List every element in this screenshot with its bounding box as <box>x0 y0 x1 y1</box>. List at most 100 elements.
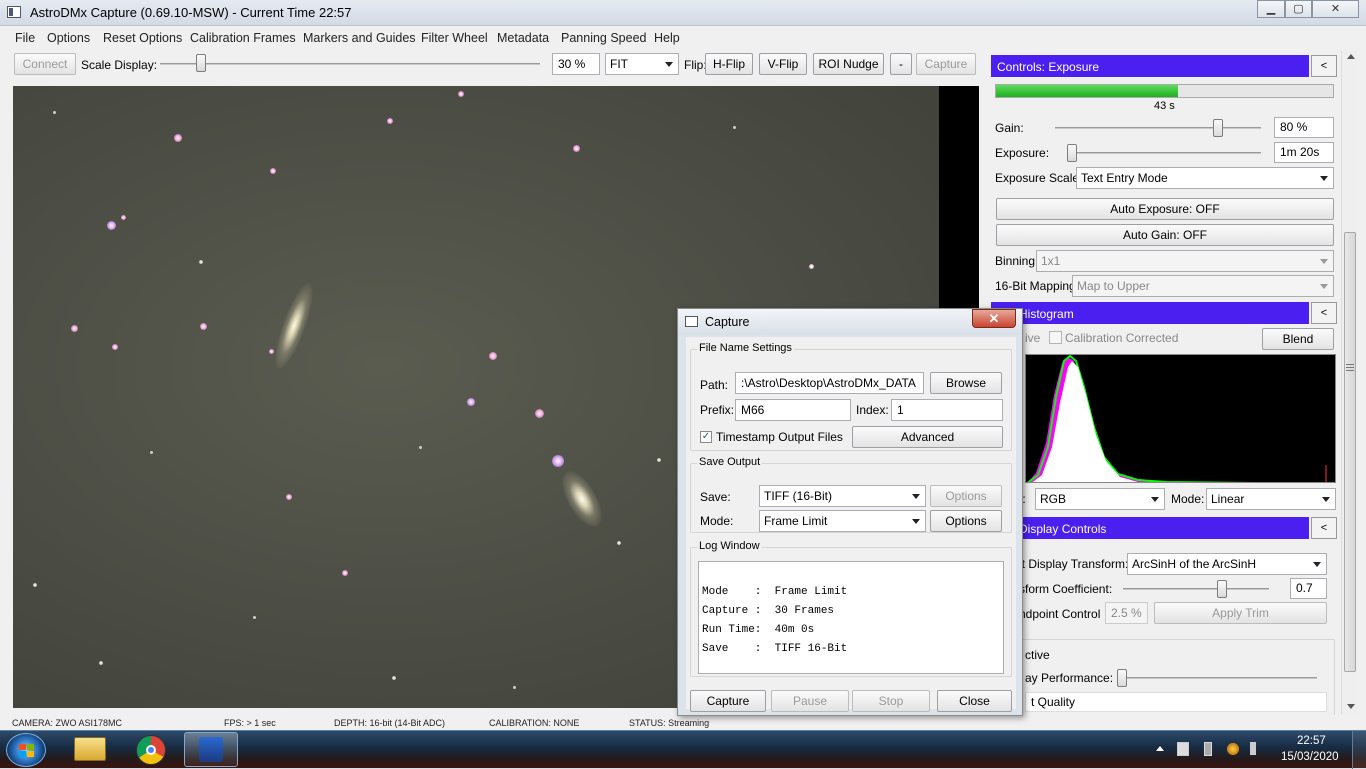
stop-button[interactable]: Stop <box>852 690 930 712</box>
scroll-up-icon[interactable] <box>1347 54 1355 59</box>
close-button[interactable]: Close <box>937 690 1012 712</box>
star <box>513 686 516 689</box>
menu-calibration-frames[interactable]: Calibration Frames <box>190 31 296 45</box>
scale-slider-track <box>160 63 540 65</box>
browse-button[interactable]: Browse <box>930 372 1002 394</box>
gain-slider-thumb[interactable] <box>1213 119 1223 137</box>
log-line: Capture : 30 Frames <box>702 605 835 617</box>
save-options-button[interactable]: Options <box>930 485 1002 507</box>
auto-gain-button[interactable]: Auto Gain: OFF <box>996 224 1334 246</box>
maximize-button[interactable]: ▢ <box>1285 0 1312 18</box>
menu-options[interactable]: Options <box>47 31 90 45</box>
gain-value-field[interactable]: 80 % <box>1274 117 1334 138</box>
menu-reset-options[interactable]: Reset Options <box>103 31 182 45</box>
volume-icon[interactable] <box>1250 742 1262 755</box>
show-desktop-button[interactable] <box>1352 731 1366 769</box>
vflip-button[interactable]: V-Flip <box>759 53 807 75</box>
path-field[interactable]: :\Astro\Desktop\AstroDMx_DATA <box>735 372 924 394</box>
star <box>107 221 116 230</box>
menu-filter-wheel[interactable]: Filter Wheel <box>421 31 488 45</box>
coefficient-slider-thumb[interactable] <box>1217 580 1227 598</box>
file-explorer-icon[interactable] <box>74 737 106 761</box>
astrodmx-icon <box>199 737 223 762</box>
auto-exposure-button[interactable]: Auto Exposure: OFF <box>996 198 1334 220</box>
mapping-value: Map to Upper <box>1077 279 1150 293</box>
chevron-down-icon <box>1151 497 1159 502</box>
capture-button[interactable]: Capture <box>690 690 766 712</box>
performance-slider-thumb[interactable] <box>1117 669 1127 687</box>
exposure-scale-select[interactable]: Text Entry Mode <box>1076 167 1334 189</box>
star <box>71 325 78 332</box>
display-collapse-button[interactable]: < <box>1311 517 1337 539</box>
exposure-panel-header: Controls: Exposure <box>991 55 1309 77</box>
minimize-button[interactable]: ▁ <box>1257 0 1285 18</box>
network-icon[interactable] <box>1177 742 1189 756</box>
clock-time[interactable]: 22:57 <box>1297 735 1326 747</box>
menu-help[interactable]: Help <box>654 31 680 45</box>
roi-nudge-button[interactable]: ROI Nudge <box>813 53 884 75</box>
histogram-canvas <box>1025 354 1336 483</box>
star <box>419 446 422 449</box>
battery-icon[interactable] <box>1204 742 1212 756</box>
binning-select[interactable]: 1x1 <box>1036 250 1334 272</box>
astrodmx-taskbar-button[interactable] <box>184 732 238 767</box>
timestamp-label: Timestamp Output Files <box>716 430 843 444</box>
scrollbar-thumb[interactable] <box>1344 232 1356 672</box>
connect-button[interactable]: Connect <box>14 53 76 75</box>
exposure-value-field[interactable]: 1m 20s <box>1274 142 1334 163</box>
toolbar-capture-button[interactable]: Capture <box>916 53 976 75</box>
endpoint-value-field[interactable]: 2.5 % <box>1105 602 1148 624</box>
status-streaming: STATUS: Streaming <box>629 718 710 728</box>
histogram-collapse-button[interactable]: < <box>1311 302 1337 324</box>
mode-value: Linear <box>1211 492 1245 506</box>
panel-scrollbar[interactable] <box>1341 50 1358 715</box>
close-window-button[interactable]: ✕ <box>1312 0 1359 18</box>
fit-select[interactable]: FIT <box>605 53 679 75</box>
apply-trim-button[interactable]: Apply Trim <box>1154 602 1327 624</box>
transform-select[interactable]: ArcSinH of the ArcSinH <box>1127 553 1327 575</box>
star <box>286 494 292 500</box>
scale-slider-thumb[interactable] <box>196 54 206 72</box>
mapping-select[interactable]: Map to Upper <box>1072 275 1334 297</box>
menu-markers-and-guides[interactable]: Markers and Guides <box>303 31 416 45</box>
exposure-collapse-button[interactable]: < <box>1311 55 1337 77</box>
capture-mode-select[interactable]: Frame Limit <box>759 510 926 532</box>
prefix-field[interactable]: M66 <box>735 399 851 421</box>
timestamp-checkbox[interactable]: ✓ <box>700 431 712 443</box>
taskbar: 22:57 15/03/2020 <box>0 730 1366 769</box>
hflip-button[interactable]: H-Flip <box>705 53 753 75</box>
exposure-slider-thumb[interactable] <box>1067 144 1077 162</box>
advanced-button[interactable]: Advanced <box>852 426 1003 448</box>
tray-expand-icon[interactable] <box>1156 746 1164 751</box>
coefficient-label: sform Coefficient: <box>1019 582 1113 596</box>
binning-label: Binning: <box>995 254 1039 268</box>
exposure-scale-label: Exposure Scale: <box>995 171 1083 185</box>
log-window-group-title: Log Window <box>697 540 762 552</box>
mode-select[interactable]: Linear <box>1206 488 1336 510</box>
index-field[interactable]: 1 <box>891 399 1003 421</box>
blend-button[interactable]: Blend <box>1262 328 1334 350</box>
pause-button[interactable]: Pause <box>771 690 849 712</box>
coefficient-value-field[interactable]: 0.7 <box>1290 578 1327 599</box>
quality-field[interactable]: t Quality <box>1025 692 1327 712</box>
menu-file[interactable]: File <box>15 31 35 45</box>
action-center-icon[interactable] <box>1226 742 1240 756</box>
dialog-close-icon[interactable]: ✕ <box>972 309 1016 328</box>
channel-select[interactable]: RGB <box>1035 488 1165 510</box>
clock-date[interactable]: 15/03/2020 <box>1281 751 1339 763</box>
menu-metadata[interactable]: Metadata <box>497 31 549 45</box>
dash-button[interactable]: - <box>890 53 912 75</box>
gain-label: Gain: <box>995 121 1024 135</box>
menu-panning-speed[interactable]: Panning Speed <box>561 31 647 45</box>
log-line: Run Time: 40m 0s <box>702 624 815 636</box>
scroll-down-icon[interactable] <box>1347 704 1355 709</box>
star <box>392 676 396 680</box>
save-format-select[interactable]: TIFF (16-Bit) <box>759 485 926 507</box>
start-button[interactable] <box>6 733 46 767</box>
scale-value-field[interactable]: 30 % <box>552 53 600 75</box>
histogram-graph <box>1027 355 1327 482</box>
mode-options-button[interactable]: Options <box>930 510 1002 532</box>
calibration-corrected-checkbox[interactable] <box>1049 331 1062 344</box>
galaxy-m65 <box>554 465 610 533</box>
chrome-icon[interactable] <box>136 735 166 765</box>
